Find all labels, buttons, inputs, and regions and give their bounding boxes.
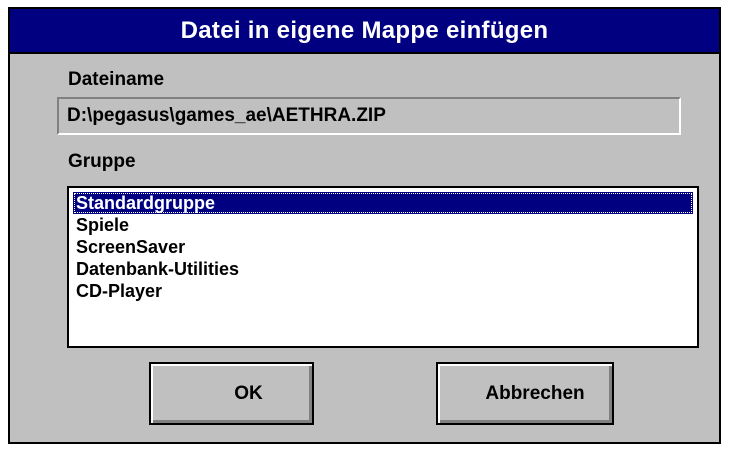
filename-field: D:\pegasus\games_ae\AETHRA.ZIP bbox=[57, 97, 681, 135]
group-item-standardgruppe[interactable]: Standardgruppe bbox=[73, 192, 693, 214]
insert-file-dialog: Datei in eigene Mappe einfügen Dateiname… bbox=[8, 7, 721, 444]
group-label: Gruppe bbox=[68, 151, 136, 172]
ok-button[interactable]: OK bbox=[149, 362, 314, 425]
cancel-button[interactable]: Abbrechen bbox=[436, 362, 614, 425]
group-listbox[interactable]: Standardgruppe Spiele ScreenSaver Datenb… bbox=[67, 186, 699, 348]
dialog-titlebar[interactable]: Datei in eigene Mappe einfügen bbox=[10, 9, 719, 54]
group-item-datenbank-utilities[interactable]: Datenbank-Utilities bbox=[73, 258, 693, 280]
group-item-cd-player[interactable]: CD-Player bbox=[73, 280, 693, 302]
dialog-title: Datei in eigene Mappe einfügen bbox=[180, 16, 549, 44]
group-item-spiele[interactable]: Spiele bbox=[73, 214, 693, 236]
group-item-screensaver[interactable]: ScreenSaver bbox=[73, 236, 693, 258]
filename-label: Dateiname bbox=[68, 69, 165, 90]
